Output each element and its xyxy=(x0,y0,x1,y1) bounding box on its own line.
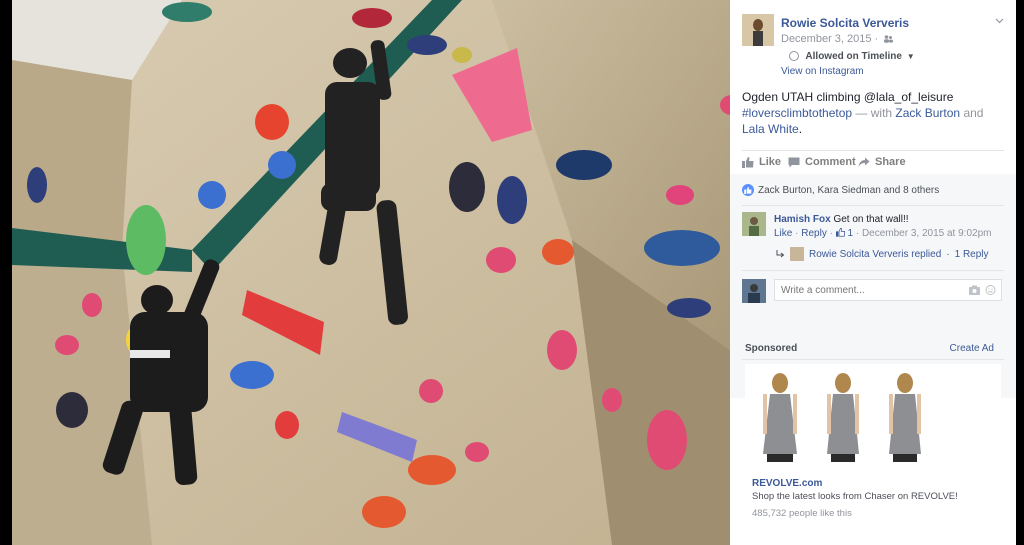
author-avatar[interactable] xyxy=(742,14,774,46)
ad-description: Shop the latest looks from Chaser on REV… xyxy=(752,491,958,502)
comment-text: Get on that wall!! xyxy=(833,214,909,225)
caret-down-icon: ▼ xyxy=(906,52,915,61)
post-actions: Like Comment Share xyxy=(742,156,1004,170)
comment-reply-button[interactable]: Reply xyxy=(801,228,827,239)
timeline-label: Allowed on Timeline xyxy=(805,51,902,62)
create-ad-link[interactable]: Create Ad xyxy=(950,343,994,354)
view-replies-link[interactable]: Rowie Solcita Ververis replied · 1 Reply xyxy=(776,247,989,261)
friends-icon[interactable] xyxy=(883,35,894,43)
share-button[interactable]: Share xyxy=(858,156,906,168)
comment-input-icons xyxy=(969,285,996,295)
caption-text: Ogden UTAH climbing @lala_of_leisure xyxy=(742,90,954,104)
share-icon xyxy=(858,157,870,167)
camera-icon[interactable] xyxy=(969,285,980,295)
share-label: Share xyxy=(875,156,906,168)
reply-text: Rowie Solcita Ververis replied xyxy=(809,248,942,260)
divider xyxy=(742,359,1004,360)
divider xyxy=(742,270,1004,271)
likes-summary-text: Zack Burton, Kara Siedman and 8 others xyxy=(758,184,940,196)
replier-avatar xyxy=(790,247,804,261)
ad-likes-count: 485,732 people like this xyxy=(752,508,852,519)
thumbs-up-icon xyxy=(835,228,845,237)
post-meta: December 3, 2015 · xyxy=(781,33,894,45)
smiley-icon[interactable] xyxy=(985,285,996,295)
likes-summary[interactable]: Zack Burton, Kara Siedman and 8 others xyxy=(742,184,939,196)
current-user-avatar xyxy=(742,279,766,303)
thumbs-up-icon xyxy=(742,156,754,168)
timeline-visibility-selector[interactable]: Allowed on Timeline ▼ xyxy=(789,51,915,62)
post-header: Rowie Solcita Ververis December 3, 2015 … xyxy=(742,14,1004,77)
post-side-panel: Rowie Solcita Ververis December 3, 2015 … xyxy=(730,0,1016,545)
ad-title-link[interactable]: REVOLVE.com xyxy=(752,478,822,489)
like-button[interactable]: Like xyxy=(742,156,781,168)
comment-input[interactable] xyxy=(774,279,1002,301)
commenter-avatar[interactable] xyxy=(742,212,766,236)
post-date[interactable]: December 3, 2015 · xyxy=(781,33,878,45)
divider xyxy=(742,205,1004,206)
comment-timestamp[interactable]: · December 3, 2015 at 9:02pm xyxy=(853,228,992,239)
caption-with: — with xyxy=(852,106,896,120)
like-label: Like xyxy=(759,156,782,168)
like-badge-icon xyxy=(742,184,754,196)
comment-meta: Like · Reply · 1 · December 3, 2015 at 9… xyxy=(774,228,991,239)
caption-end: . xyxy=(798,122,803,136)
ad-image[interactable] xyxy=(745,364,1001,464)
sponsored-heading: Sponsored xyxy=(745,343,798,354)
commenter-name[interactable]: Hamish Fox xyxy=(774,214,831,225)
tagged-person-link[interactable]: Zack Burton xyxy=(895,106,960,120)
comment-item: Hamish Fox Get on that wall!! Like · Rep… xyxy=(742,212,1004,244)
comment-icon xyxy=(788,157,800,167)
reply-count: 1 Reply xyxy=(954,248,989,260)
reply-arrow-icon xyxy=(776,249,785,257)
post-photo[interactable] xyxy=(12,0,730,545)
comment-button[interactable]: Comment xyxy=(788,156,856,168)
author-name[interactable]: Rowie Solcita Ververis xyxy=(781,16,909,30)
view-on-instagram-link[interactable]: View on Instagram xyxy=(781,66,864,77)
comment-label: Comment xyxy=(805,156,856,168)
comment-like-button[interactable]: Like xyxy=(774,228,792,239)
caption-hashtag[interactable]: #loversclimbtothetop xyxy=(742,106,852,120)
globe-icon xyxy=(789,51,799,62)
comment-sep: · xyxy=(826,228,836,239)
chevron-down-icon[interactable] xyxy=(995,16,1004,25)
comment-body: Hamish Fox Get on that wall!! xyxy=(774,214,909,225)
post-caption: Ogden UTAH climbing @lala_of_leisure #lo… xyxy=(742,89,1004,137)
divider xyxy=(742,150,1004,151)
comment-sep: · xyxy=(792,228,802,239)
caption-and: and xyxy=(960,106,984,120)
tagged-person-link[interactable]: Lala White xyxy=(742,122,799,136)
write-comment-row xyxy=(742,279,1004,303)
reply-sep: · xyxy=(946,248,950,260)
